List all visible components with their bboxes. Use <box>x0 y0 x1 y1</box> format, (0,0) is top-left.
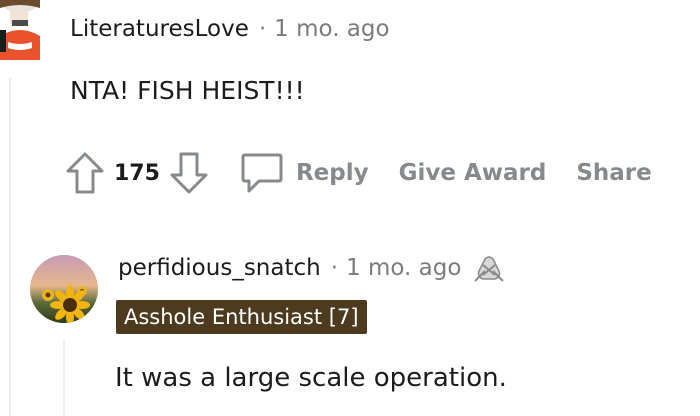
user-flair-badge: Asshole Enthusiast [7] <box>116 300 367 334</box>
meta-separator: · <box>330 255 339 281</box>
threadline-outer[interactable] <box>9 78 11 416</box>
share-button[interactable]: Share <box>576 160 651 186</box>
avatar-illustration <box>0 0 40 60</box>
comment-timestamp[interactable]: 1 mo. ago <box>346 255 461 281</box>
arrow-up-icon[interactable] <box>60 148 110 198</box>
speech-bubble-icon <box>236 148 288 198</box>
share-label: Share <box>576 160 652 186</box>
comment-timestamp[interactable]: 1 mo. ago <box>274 16 389 42</box>
vote-count: 175 <box>114 160 160 186</box>
author-name[interactable]: perfidious_snatch <box>118 255 321 281</box>
comment-body: It was a large scale operation. <box>115 363 507 393</box>
comment-header: perfidious_snatch · 1 mo. ago <box>118 251 507 285</box>
comment-body: NTA! FISH HEIST!!! <box>70 76 305 105</box>
arrow-down-icon[interactable] <box>164 148 214 198</box>
sunflower-avatar-image <box>30 255 98 323</box>
comment-action-bar: 175 Reply Give Award Share <box>60 146 652 200</box>
reply-label: Reply <box>295 160 369 186</box>
give-award-button[interactable]: Give Award <box>399 160 547 186</box>
avatar[interactable] <box>0 0 46 60</box>
comment-thread: LiteraturesLove · 1 mo. ago NTA! FISH HE… <box>0 0 700 416</box>
gift-award-icon[interactable] <box>471 251 507 285</box>
author-name[interactable]: LiteraturesLove <box>70 16 249 42</box>
meta-separator: · <box>258 16 267 42</box>
avatar[interactable] <box>30 255 98 323</box>
threadline-inner[interactable] <box>63 340 65 416</box>
comment-header: LiteraturesLove · 1 mo. ago <box>70 13 390 45</box>
reply-button[interactable]: Reply <box>236 148 369 198</box>
give-award-label: Give Award <box>398 160 547 186</box>
